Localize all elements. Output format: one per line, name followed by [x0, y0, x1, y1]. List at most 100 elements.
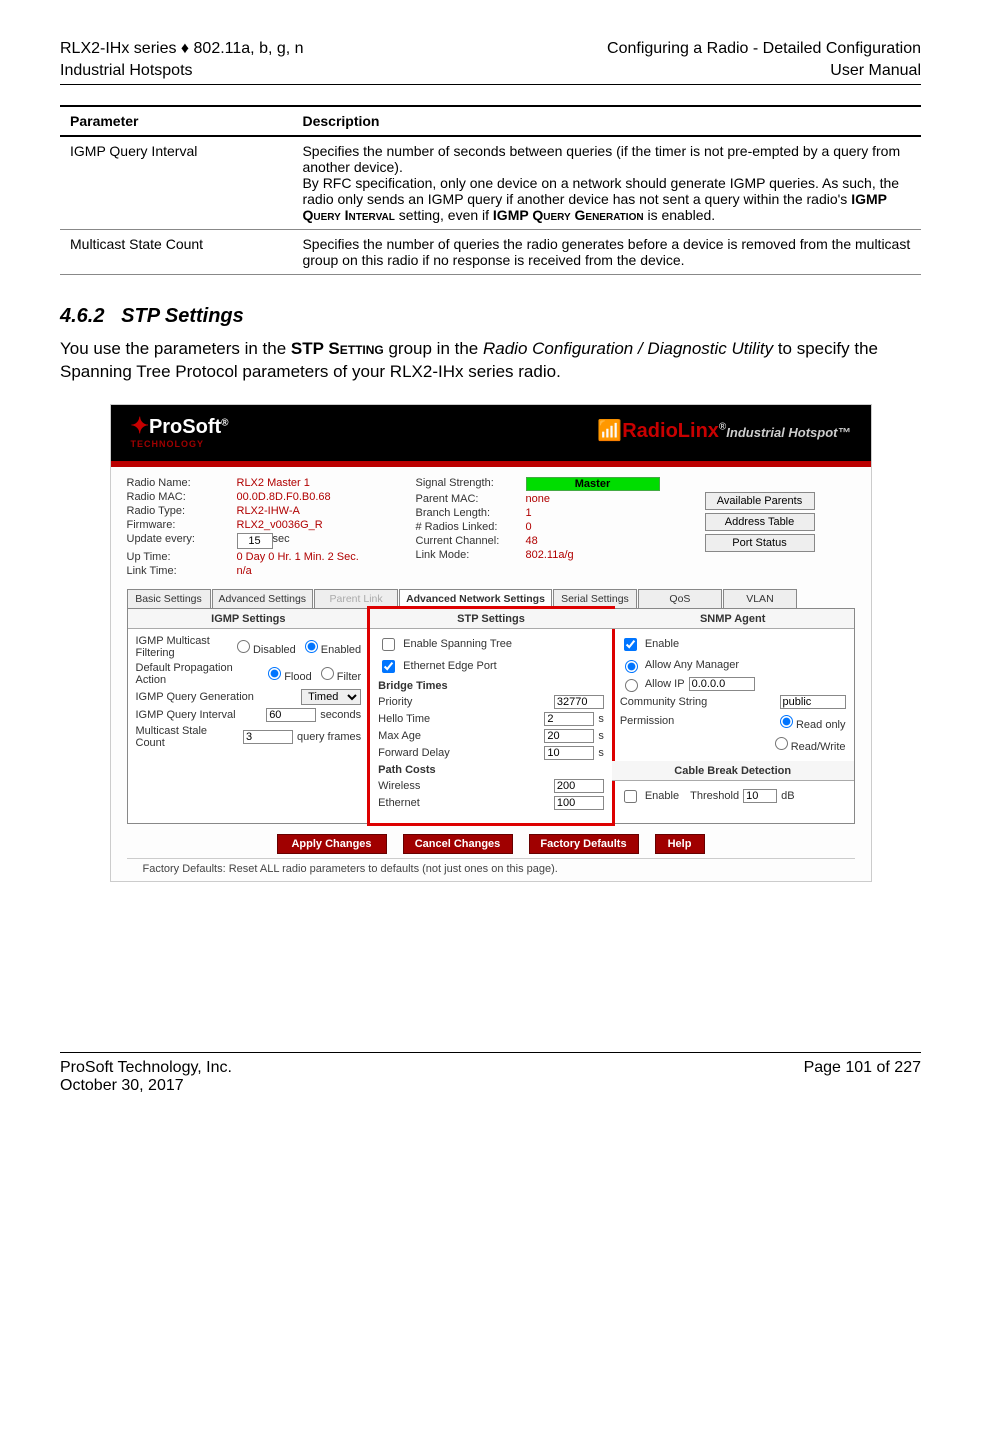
label: Allow IP [645, 678, 685, 690]
snmp-enable-checkbox[interactable] [624, 638, 637, 651]
opt: Read only [796, 719, 846, 731]
port-status-button[interactable]: Port Status [705, 534, 815, 552]
radiolinx-logo: 📶RadioLinx®Industrial Hotspot™ [597, 418, 850, 443]
ethernet-cost-input[interactable] [554, 796, 604, 810]
unit: s [598, 730, 604, 742]
unit: s [598, 747, 604, 759]
stp-title: STP Settings [370, 609, 612, 629]
igmp-filter-radio[interactable] [321, 667, 334, 680]
value: 00.0D.8D.F0.B0.68 [237, 491, 331, 503]
igmp-int-input[interactable] [266, 708, 316, 722]
page-footer: ProSoft Technology, Inc. October 30, 201… [60, 1052, 921, 1095]
allow-ip-input[interactable] [689, 677, 755, 691]
value: none [526, 493, 550, 505]
tab-qos[interactable]: QoS [638, 589, 722, 608]
label: Threshold [690, 790, 739, 802]
table-row: Multicast State Count Specifies the numb… [60, 230, 921, 275]
read-only-radio[interactable] [780, 715, 793, 728]
header-left-1: RLX2-IHx series ♦ 802.11a, b, g, n [60, 40, 304, 58]
footer-company: ProSoft Technology, Inc. [60, 1059, 232, 1077]
status-col-right: Available Parents Address Table Port Sta… [705, 475, 855, 579]
igmp-enabled-radio[interactable] [305, 640, 318, 653]
table-row: IGMP Query Interval Specifies the number… [60, 136, 921, 230]
desc-part: is enabled. [644, 207, 716, 223]
header-right-1: Configuring a Radio - Detailed Configura… [607, 40, 921, 58]
label: Radio MAC: [127, 491, 237, 503]
parameter-table: Parameter Description IGMP Query Interva… [60, 105, 921, 275]
tab-vlan[interactable]: VLAN [723, 589, 797, 608]
igmp-stale-input[interactable] [243, 730, 293, 744]
opt: Disabled [253, 644, 296, 656]
unit: s [598, 713, 604, 725]
wireless-cost-input[interactable] [554, 779, 604, 793]
available-parents-button[interactable]: Available Parents [705, 492, 815, 510]
label: Enable [645, 638, 679, 650]
banner-swoosh [111, 457, 871, 467]
value: 802.11a/g [526, 549, 574, 561]
action-row: Apply Changes Cancel Changes Factory Def… [111, 834, 871, 854]
igmp-stale-label: Multicast Stale Count [136, 725, 239, 749]
allow-any-manager-radio[interactable] [625, 660, 638, 673]
unit: sec [273, 533, 290, 549]
value: 0 Day 0 Hr. 1 Min. 2 Sec. [237, 551, 359, 563]
read-write-radio[interactable] [775, 737, 788, 750]
settings-grid: IGMP Settings IGMP Multicast Filtering D… [127, 608, 855, 824]
apply-changes-button[interactable]: Apply Changes [277, 834, 387, 854]
igmp-disabled-radio[interactable] [237, 640, 250, 653]
label: Radio Name: [127, 477, 237, 489]
community-string-input[interactable] [780, 695, 846, 709]
status-col-mid: Signal Strength:Master Parent MAC:none B… [416, 475, 685, 579]
ethernet-edge-port-checkbox[interactable] [382, 660, 395, 673]
hello-time-input[interactable] [544, 712, 594, 726]
igmp-filter-label: IGMP Multicast Filtering [136, 635, 228, 659]
factory-defaults-note: Factory Defaults: Reset ALL radio parame… [127, 858, 855, 875]
config-ui-panel: ✦ProSoft® TECHNOLOGY 📶RadioLinx®Industri… [110, 404, 872, 882]
igmp-gen-select[interactable]: Timed Interval [301, 689, 361, 705]
factory-defaults-button[interactable]: Factory Defaults [529, 834, 639, 854]
body-part: You use the parameters in the [60, 339, 291, 358]
opt: Enabled [321, 644, 361, 656]
logo-sub: TECHNOLOGY [131, 439, 229, 449]
body-bold: STP Setting [291, 339, 384, 358]
body-part: group in the [384, 339, 483, 358]
header-left-2: Industrial Hotspots [60, 62, 193, 80]
rl-text: RadioLinx [622, 420, 719, 442]
enable-spanning-tree-checkbox[interactable] [382, 638, 395, 651]
param-name: Multicast State Count [60, 230, 292, 275]
max-age-input[interactable] [544, 729, 594, 743]
desc-part: By RFC specification, only one device on… [302, 175, 899, 207]
label: Parent MAC: [416, 493, 526, 505]
param-desc: Specifies the number of seconds between … [292, 136, 921, 230]
label: # Radios Linked: [416, 521, 526, 533]
cancel-changes-button[interactable]: Cancel Changes [403, 834, 513, 854]
label: Wireless [378, 780, 550, 792]
unit: query frames [297, 731, 361, 743]
header-divider [60, 84, 921, 85]
tab-basic[interactable]: Basic Settings [127, 589, 211, 608]
tab-advanced[interactable]: Advanced Settings [212, 589, 314, 608]
value: n/a [237, 565, 252, 577]
th-parameter: Parameter [60, 106, 292, 136]
bridge-times-heading: Bridge Times [378, 680, 604, 692]
label: Ethernet Edge Port [403, 660, 497, 672]
label: Forward Delay [378, 747, 540, 759]
label: Enable [645, 790, 679, 802]
label: Community String [620, 696, 776, 708]
cable-enable-checkbox[interactable] [624, 790, 637, 803]
label: Ethernet [378, 797, 550, 809]
igmp-gen-label: IGMP Query Generation [136, 691, 298, 703]
help-button[interactable]: Help [655, 834, 705, 854]
address-table-button[interactable]: Address Table [705, 513, 815, 531]
forward-delay-input[interactable] [544, 746, 594, 760]
value: 48 [526, 535, 538, 547]
threshold-input[interactable] [743, 789, 777, 803]
allow-ip-radio[interactable] [625, 679, 638, 692]
update-interval-input[interactable] [237, 533, 273, 549]
priority-input[interactable] [554, 695, 604, 709]
unit: seconds [320, 709, 361, 721]
param-name: IGMP Query Interval [60, 136, 292, 230]
opt: Filter [337, 671, 361, 683]
rl-tag: Industrial Hotspot™ [726, 425, 850, 440]
desc-part: Specifies the number of seconds between … [302, 143, 900, 175]
igmp-flood-radio[interactable] [268, 667, 281, 680]
